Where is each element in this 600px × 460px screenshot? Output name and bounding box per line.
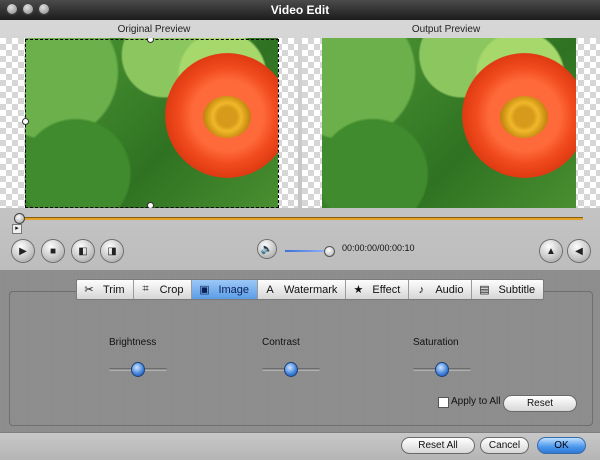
- set-end-button[interactable]: ◨: [101, 240, 123, 262]
- crop-icon: ⌗: [142, 283, 149, 295]
- subtitle-icon: ▤: [479, 284, 490, 296]
- crop-handle-bottom[interactable]: [147, 202, 154, 208]
- reset-all-button[interactable]: Reset All: [401, 437, 475, 454]
- start-marker-icon[interactable]: ▸: [12, 224, 22, 234]
- tab-label: Image: [218, 283, 250, 296]
- tab-subtitle[interactable]: ▤ Subtitle: [472, 280, 543, 299]
- flip-horizontal-icon: ◀: [575, 245, 583, 257]
- tab-label: Crop: [159, 283, 184, 296]
- image-icon: ▣: [199, 284, 210, 296]
- tab-label: Watermark: [284, 283, 338, 296]
- tab-trim[interactable]: ✂ Trim: [77, 280, 134, 299]
- timeline-playhead[interactable]: [14, 213, 25, 224]
- brightness-slider-knob[interactable]: [131, 362, 145, 377]
- brightness-label: Brightness: [109, 337, 157, 348]
- timecode-display: 00:00:00/00:00:10: [342, 243, 415, 253]
- tab-crop[interactable]: ⌗ Crop: [134, 280, 193, 299]
- tab-watermark[interactable]: A Watermark: [258, 280, 347, 299]
- flower-center: [500, 96, 548, 138]
- output-frame-image: [322, 38, 576, 208]
- window-title: Video Edit: [270, 3, 330, 17]
- ok-button[interactable]: OK: [537, 437, 586, 454]
- tab-label: Audio: [435, 283, 464, 296]
- contrast-label: Contrast: [262, 337, 300, 348]
- volume-button[interactable]: 🔈: [258, 240, 276, 258]
- tab-label: Effect: [372, 283, 401, 296]
- stop-button[interactable]: ■: [42, 240, 64, 262]
- edit-tabs: ✂ Trim ⌗ Crop ▣ Image A Watermark ★ Effect ♪ Audio ▤…: [76, 279, 545, 300]
- mark-out-icon: ◨: [107, 245, 117, 257]
- original-preview[interactable]: [0, 38, 298, 208]
- preview-area: Original Preview Output Preview ▸ ▶ ■ ◧ …: [0, 20, 600, 270]
- flip-vertical-icon: ▲: [546, 245, 556, 257]
- cancel-button[interactable]: Cancel: [480, 437, 529, 454]
- stop-icon: ■: [49, 245, 57, 257]
- music-note-icon: ♪: [418, 283, 425, 296]
- scissors-icon: ✂: [84, 284, 94, 296]
- watermark-icon: A: [266, 283, 274, 296]
- flip-vertical-button[interactable]: ▲: [540, 240, 562, 262]
- speaker-icon: 🔈: [260, 243, 274, 255]
- apply-to-all-checkbox[interactable]: [438, 397, 449, 408]
- reset-button[interactable]: Reset: [503, 395, 577, 412]
- tab-effect[interactable]: ★ Effect: [346, 280, 410, 299]
- minimize-window-button[interactable]: [22, 3, 34, 15]
- play-button[interactable]: ▶: [12, 240, 34, 262]
- set-start-button[interactable]: ◧: [72, 240, 94, 262]
- tab-image[interactable]: ▣ Image: [192, 280, 259, 299]
- flip-horizontal-button[interactable]: ◀: [568, 240, 590, 262]
- tab-label: Trim: [103, 283, 125, 296]
- crop-handle-left[interactable]: [22, 118, 29, 125]
- apply-to-all-label: Apply to All: [451, 396, 501, 407]
- crop-selection-box[interactable]: [25, 39, 279, 208]
- saturation-label: Saturation: [413, 337, 459, 348]
- title-bar: Video Edit: [0, 0, 600, 20]
- volume-slider-knob[interactable]: [323, 246, 335, 257]
- close-window-button[interactable]: [6, 3, 18, 15]
- output-preview: [302, 38, 600, 208]
- tab-audio[interactable]: ♪ Audio: [409, 280, 473, 299]
- original-preview-label: Original Preview: [117, 24, 191, 35]
- play-icon: ▶: [19, 245, 27, 257]
- contrast-slider-knob[interactable]: [284, 362, 298, 377]
- saturation-slider-knob[interactable]: [435, 362, 449, 377]
- output-preview-label: Output Preview: [411, 24, 481, 35]
- timeline-bar[interactable]: [18, 217, 583, 220]
- tab-label: Subtitle: [498, 283, 536, 296]
- video-edit-window: Video Edit Original Preview Output Previ…: [0, 0, 600, 460]
- star-icon: ★: [353, 284, 364, 296]
- mark-in-icon: ◧: [78, 245, 88, 257]
- zoom-window-button[interactable]: [38, 3, 50, 15]
